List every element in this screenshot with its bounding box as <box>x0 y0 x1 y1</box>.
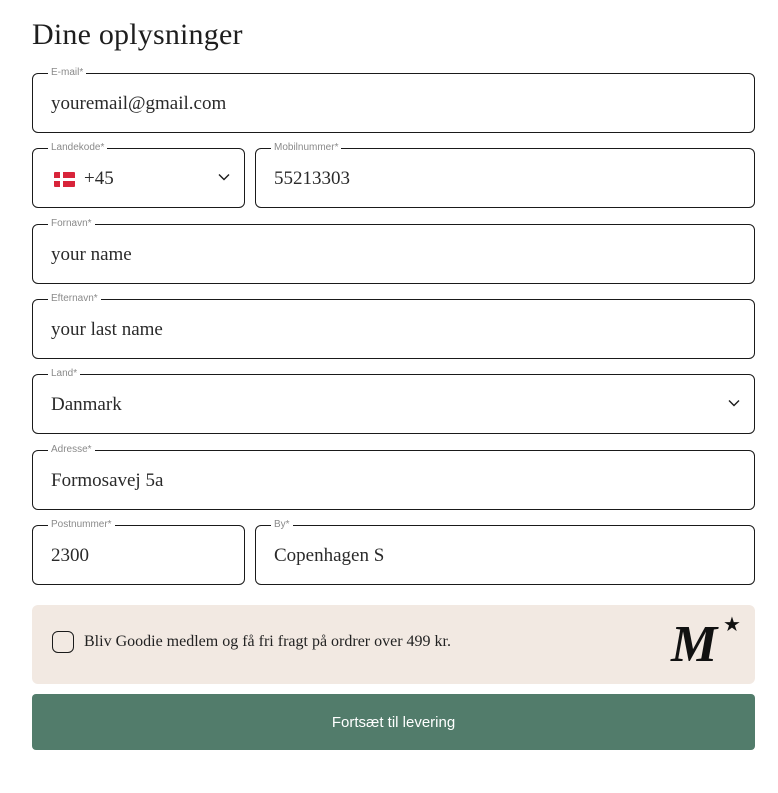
section-title: Dine oplysninger <box>32 18 243 51</box>
country-value: Danmark <box>51 394 122 415</box>
postal-code-value: 2300 <box>51 545 89 566</box>
email-label: E-mail* <box>48 67 87 79</box>
address-field[interactable]: Adresse* Formosavej 5a <box>32 444 755 510</box>
membership-text[interactable]: Bliv Goodie medlem og få fri fragt på or… <box>84 632 451 652</box>
star-icon: ★ <box>723 614 741 636</box>
chevron-down-icon <box>218 174 230 181</box>
city-value: Copenhagen S <box>274 545 385 566</box>
first-name-label: Fornavn* <box>48 218 95 230</box>
email-field[interactable]: E-mail* youremail@gmail.com <box>32 67 755 133</box>
last-name-label: Efternavn* <box>48 293 101 305</box>
postal-code-label: Postnummer* <box>48 519 115 531</box>
address-label: Adresse* <box>48 444 95 456</box>
chevron-down-icon <box>728 400 740 407</box>
goodie-logo: M ★ <box>671 615 743 671</box>
membership-checkbox[interactable] <box>52 631 74 653</box>
country-code-label: Landekode* <box>48 142 108 154</box>
mobile-label: Mobilnummer* <box>271 142 342 154</box>
postal-code-field[interactable]: Postnummer* 2300 <box>32 519 245 585</box>
first-name-value: your name <box>51 244 132 265</box>
city-field[interactable]: By* Copenhagen S <box>255 519 755 585</box>
first-name-field[interactable]: Fornavn* your name <box>32 218 755 284</box>
city-label: By* <box>271 519 293 531</box>
mobile-value: 55213303 <box>274 168 350 189</box>
membership-banner: Bliv Goodie medlem og få fri fragt på or… <box>32 605 755 684</box>
email-value: youremail@gmail.com <box>51 93 227 114</box>
goodie-logo-letter: M <box>671 616 718 673</box>
continue-to-delivery-button[interactable]: Fortsæt til levering <box>32 694 755 750</box>
country-code-value: +45 <box>84 168 114 189</box>
denmark-flag-icon <box>54 172 75 187</box>
country-select[interactable]: Land* Danmark <box>32 368 755 434</box>
country-code-select[interactable]: Landekode* +45 <box>32 142 245 208</box>
mobile-field[interactable]: Mobilnummer* 55213303 <box>255 142 755 208</box>
country-label: Land* <box>48 368 81 380</box>
last-name-field[interactable]: Efternavn* your last name <box>32 293 755 359</box>
address-value: Formosavej 5a <box>51 470 164 491</box>
last-name-value: your last name <box>51 319 163 340</box>
